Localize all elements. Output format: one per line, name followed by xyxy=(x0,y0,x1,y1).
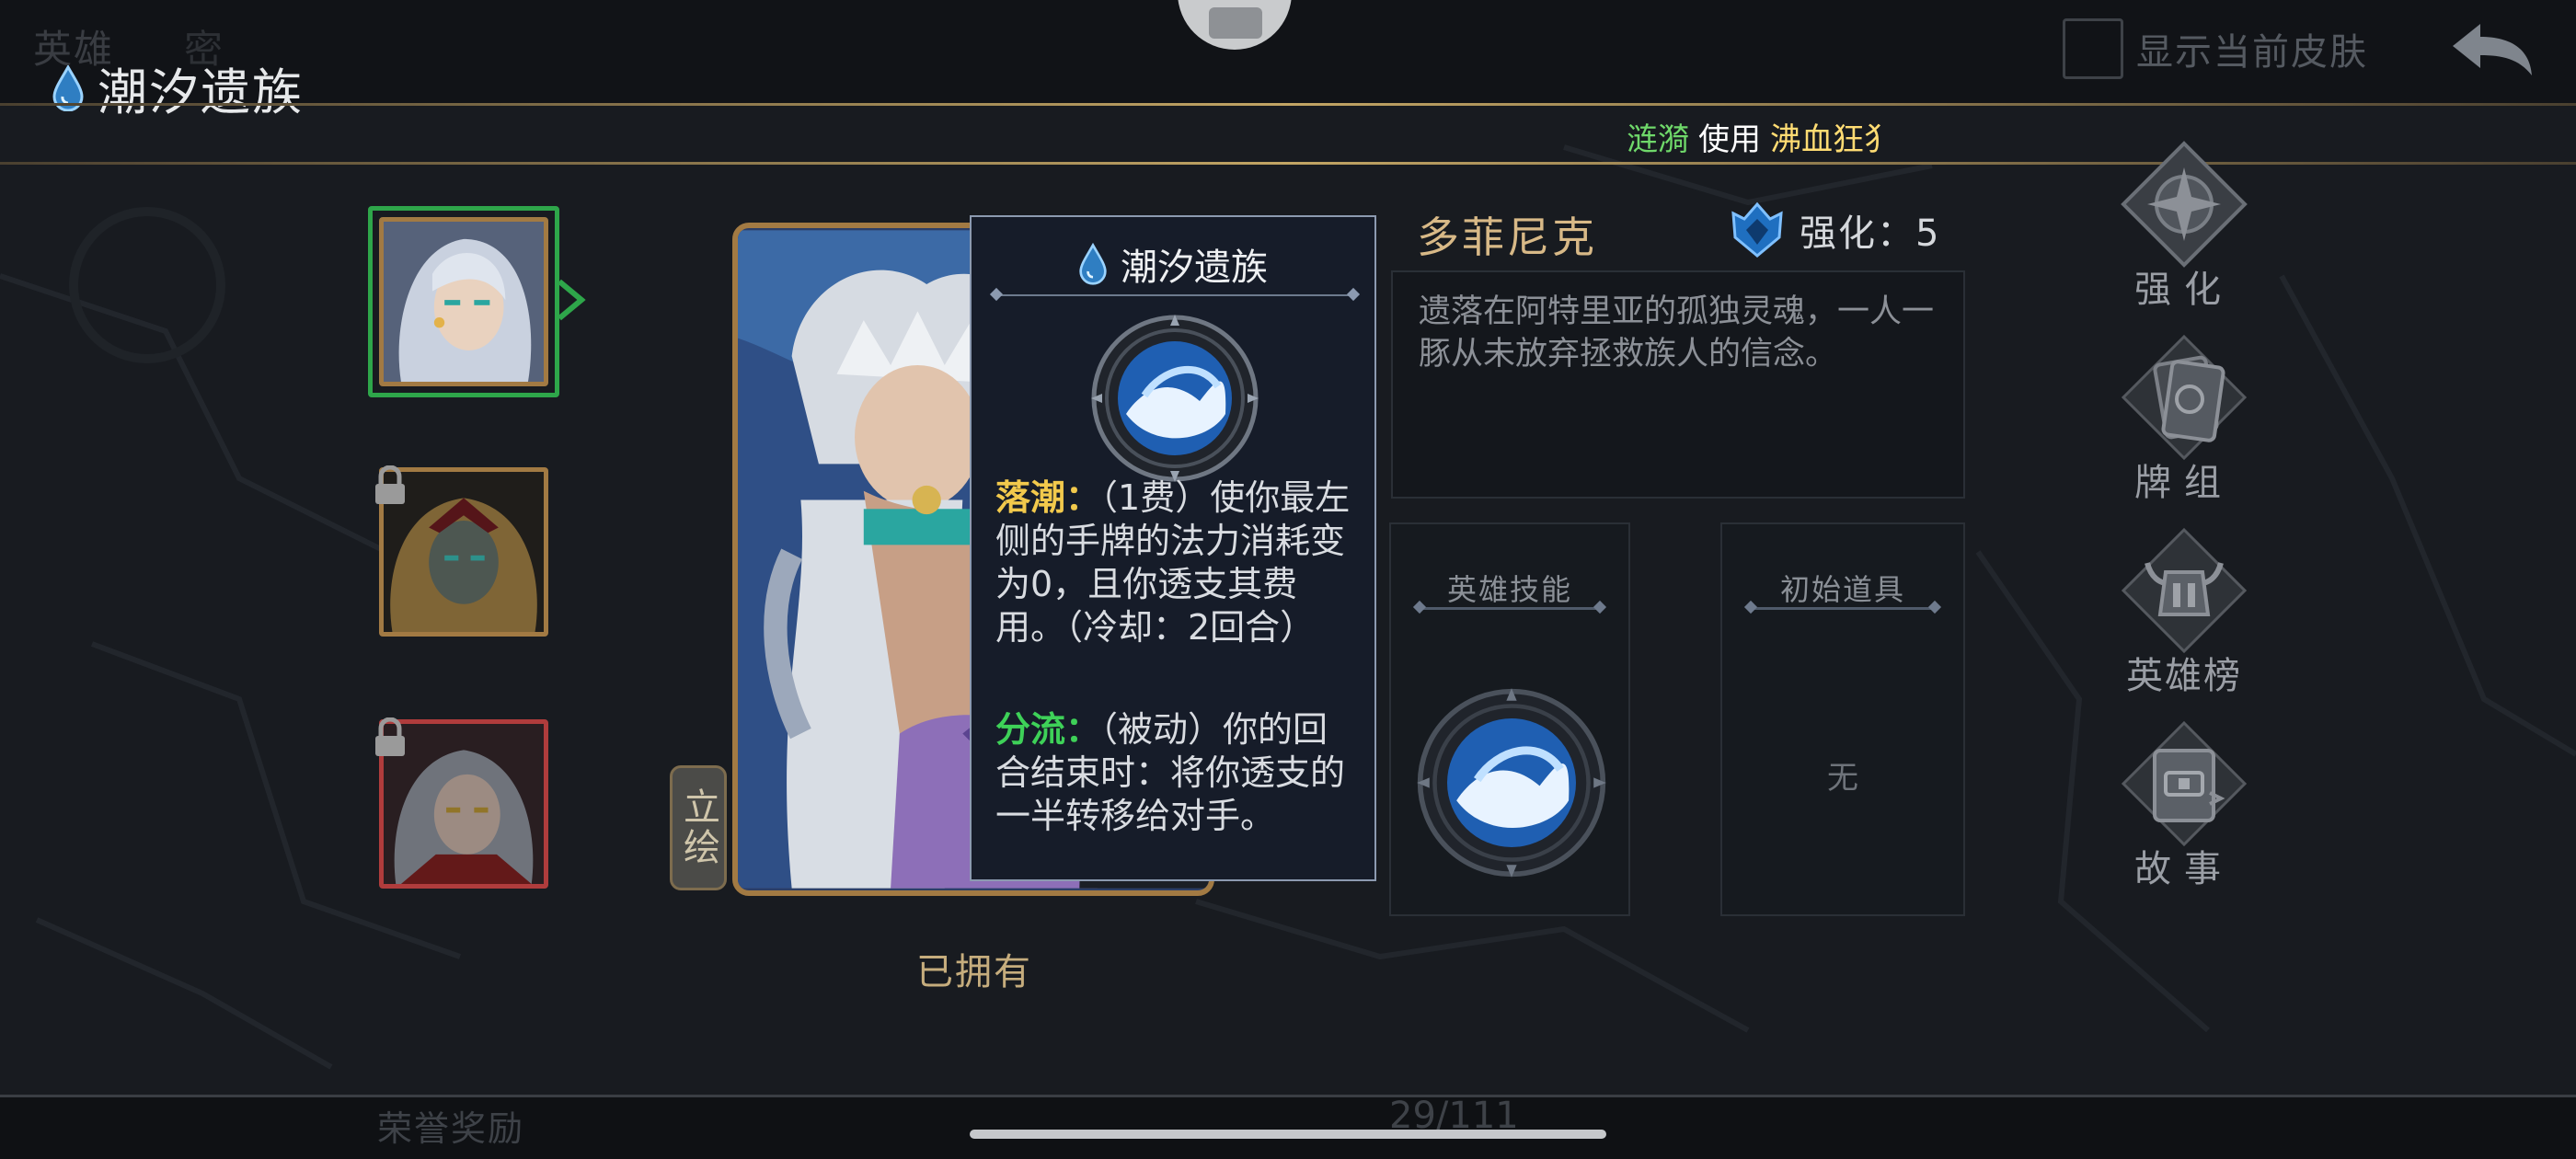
hero-skill-divider xyxy=(1419,607,1601,610)
faction-tooltip: 潮汐遗族 落潮：（1费）使你最左侧的手牌的法力消耗变为0，且你透支其费用。（冷却… xyxy=(970,215,1376,881)
tide-skill-icon xyxy=(1091,315,1259,482)
skin-checkbox[interactable] xyxy=(2063,18,2123,79)
starting-item-value: 无 xyxy=(1827,760,1858,797)
hero-portrait-1[interactable] xyxy=(379,217,548,386)
starting-item-divider xyxy=(1750,607,1936,610)
skill-ebb: 落潮：（1费）使你最左侧的手牌的法力消耗变为0，且你透支其费用。（冷却：2回合） xyxy=(995,476,1360,649)
illustration-tab-label: 立绘 xyxy=(677,787,719,868)
tooltip-divider xyxy=(995,294,1354,296)
skill-diversion-name: 分流： xyxy=(995,709,1101,750)
hero-portrait-image xyxy=(384,222,544,382)
hero-name: 多菲尼克 xyxy=(1417,212,1597,262)
broadcast-ticker: 涟漪 使用 沸血狂犭 xyxy=(1627,114,1880,156)
story-button[interactable]: 故事 xyxy=(2116,719,2252,892)
deck-cards-icon xyxy=(2121,334,2248,461)
tooltip-title: 潮汐遗族 xyxy=(1121,247,1268,289)
enhance-level: 强化：5 xyxy=(1728,201,1940,259)
leaderboard-button-label: 英雄榜 xyxy=(2126,655,2242,697)
hero-skill-icon[interactable] xyxy=(1415,686,1608,879)
illustration-tab[interactable]: 立绘 xyxy=(670,765,727,890)
hero-description: 遗落在阿特里亚的孤独灵魂，一人一豚从未放弃拯救族人的信念。 xyxy=(1419,293,1935,373)
ticker-player: 涟漪 xyxy=(1627,121,1689,156)
hero-description-box: 遗落在阿特里亚的孤独灵魂，一人一豚从未放弃拯救族人的信念。 xyxy=(1391,270,1965,499)
back-arrow-icon[interactable] xyxy=(2447,17,2539,81)
lock-icon xyxy=(375,465,405,504)
footer-divider xyxy=(0,1095,2576,1097)
enhance-crest-icon xyxy=(1731,201,1783,258)
camera-icon xyxy=(1209,7,1262,39)
starting-item-heading: 初始道具 xyxy=(1779,572,1905,607)
starting-item-panel: 初始道具 无 xyxy=(1720,522,1965,916)
show-current-skin-toggle[interactable]: 显示当前皮肤 xyxy=(2063,18,2368,79)
ticker-verb: 使用 xyxy=(1698,121,1761,156)
header-divider-top xyxy=(0,103,2576,106)
enhance-button-label: 强化 xyxy=(2134,269,2234,311)
skill-ebb-name: 落潮： xyxy=(995,477,1101,518)
deck-button-label: 牌组 xyxy=(2134,462,2234,504)
enhance-label: 强化：5 xyxy=(1800,212,1941,255)
tooltip-header: 潮汐遗族 xyxy=(972,237,1374,291)
selected-arrow-icon xyxy=(558,279,586,321)
skill-diversion: 分流：（被动）你的回合结束时：将你透支的一半转移给对手。 xyxy=(995,708,1360,838)
owned-status: 已拥有 xyxy=(916,951,1032,993)
leaderboard-button[interactable]: 英雄榜 xyxy=(2116,526,2252,699)
enhance-button[interactable]: 强化 xyxy=(2116,140,2252,313)
faction-title: 潮汐遗族 xyxy=(52,52,304,124)
water-drop-icon xyxy=(1079,243,1107,285)
hero-skill-heading: 英雄技能 xyxy=(1446,572,1572,607)
story-button-label: 故事 xyxy=(2134,848,2234,890)
story-book-icon xyxy=(2121,720,2248,847)
hero-skill-panel[interactable]: 英雄技能 xyxy=(1389,522,1630,916)
skin-toggle-label: 显示当前皮肤 xyxy=(2136,31,2368,74)
lock-icon xyxy=(375,717,405,756)
trophy-helm-icon xyxy=(2121,527,2248,654)
home-indicator[interactable] xyxy=(970,1130,1606,1139)
deck-button[interactable]: 牌组 xyxy=(2116,333,2252,506)
honor-rewards-label[interactable]: 荣誉奖励 xyxy=(377,1100,524,1151)
enhance-compass-icon xyxy=(2121,141,2248,268)
faction-title-text: 潮汐遗族 xyxy=(98,63,304,121)
ticker-subject: 沸血狂犭 xyxy=(1770,121,1880,156)
